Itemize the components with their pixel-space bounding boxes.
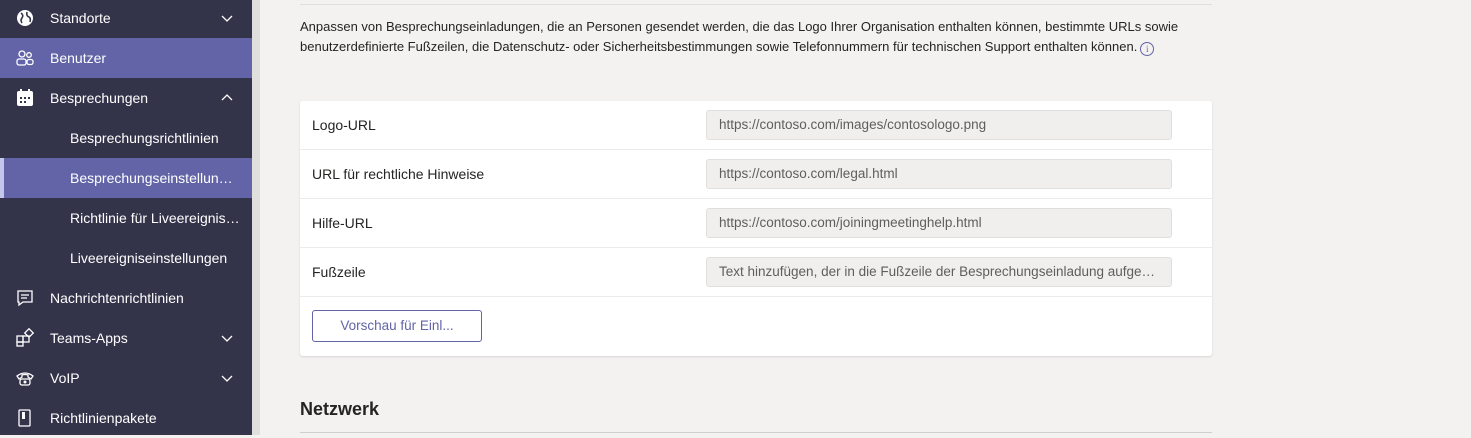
sidebar-item-liveereignisrichtlinie[interactable]: Richtlinie für Liveereignisse bbox=[0, 198, 252, 238]
sidebar-item-nachrichtenrichtlinien[interactable]: Nachrichtenrichtlinien bbox=[0, 278, 252, 318]
setting-row-footer: Fußzeile Text hinzufügen, der in die Fuß… bbox=[300, 248, 1212, 297]
section-divider bbox=[300, 432, 1212, 433]
calendar-icon bbox=[17, 89, 33, 106]
chevron-down-icon bbox=[221, 15, 233, 22]
sidebar-item-label: Standorte bbox=[50, 10, 111, 26]
sidebar-item-label: Nachrichtenrichtlinien bbox=[50, 290, 184, 306]
sidebar-nav: Standorte Benutzer Besprechungen Besprec… bbox=[0, 0, 252, 435]
phone-icon bbox=[16, 372, 34, 386]
info-icon[interactable]: i bbox=[1140, 42, 1155, 56]
package-icon bbox=[18, 409, 31, 427]
sidebar-item-liveereigniseinstellungen[interactable]: Liveereigniseinstellungen bbox=[0, 238, 252, 278]
setting-label: Hilfe-URL bbox=[312, 215, 373, 231]
section-description: Anpassen von Besprechungseinladungen, di… bbox=[300, 17, 1212, 57]
apps-icon bbox=[16, 328, 35, 347]
sidebar-item-besprechungseinstellungen[interactable]: Besprechungseinstellungen bbox=[0, 158, 252, 198]
meeting-invitation-card: Logo-URL https://contoso.com/images/cont… bbox=[300, 101, 1212, 356]
sidebar-divider bbox=[252, 0, 260, 435]
description-text: Anpassen von Besprechungseinladungen, di… bbox=[300, 19, 1179, 54]
sidebar-item-label: VoIP bbox=[50, 370, 80, 386]
chevron-down-icon bbox=[221, 335, 233, 342]
sidebar-item-label: Besprechungen bbox=[50, 90, 149, 106]
message-icon bbox=[17, 290, 33, 307]
setting-label: Logo-URL bbox=[312, 117, 376, 133]
sidebar-item-voip[interactable]: VoIP bbox=[0, 358, 252, 398]
sidebar-item-label: Richtlinie für Liveereignisse bbox=[70, 210, 240, 226]
setting-label: URL für rechtliche Hinweise bbox=[312, 166, 485, 182]
users-icon bbox=[16, 50, 34, 66]
setting-label: Fußzeile bbox=[312, 264, 366, 280]
sidebar-item-label: Richtlinienpakete bbox=[50, 410, 157, 426]
sidebar-item-label: Teams-Apps bbox=[50, 330, 128, 346]
sidebar-item-label: Benutzer bbox=[50, 50, 107, 66]
help-url-input[interactable]: https://contoso.com/joiningmeetinghelp.h… bbox=[706, 208, 1172, 238]
chevron-up-icon bbox=[221, 94, 233, 101]
sidebar-item-label: Besprechungseinstellungen bbox=[70, 170, 240, 186]
sidebar-item-benutzer[interactable]: Benutzer bbox=[0, 38, 252, 78]
sidebar-item-teams-apps[interactable]: Teams-Apps bbox=[0, 318, 252, 358]
section-divider bbox=[300, 4, 1212, 5]
section-title-netzwerk: Netzwerk bbox=[300, 399, 380, 419]
logo-url-input[interactable]: https://contoso.com/images/contosologo.p… bbox=[706, 110, 1172, 140]
footer-input[interactable]: Text hinzufügen, der in die Fußzeile der… bbox=[706, 257, 1172, 287]
setting-row-legal-url: URL für rechtliche Hinweise https://cont… bbox=[300, 150, 1212, 199]
sidebar-item-besprechungsrichtlinien[interactable]: Besprechungsrichtlinien bbox=[0, 118, 252, 158]
sidebar-item-label: Liveereigniseinstellungen bbox=[70, 250, 228, 266]
setting-row-logo-url: Logo-URL https://contoso.com/images/cont… bbox=[300, 101, 1212, 150]
sidebar-item-besprechungen[interactable]: Besprechungen bbox=[0, 78, 252, 118]
preview-invitation-button[interactable]: Vorschau für Einl... bbox=[312, 310, 482, 342]
chevron-down-icon bbox=[221, 375, 233, 382]
legal-url-input[interactable]: https://contoso.com/legal.html bbox=[706, 159, 1172, 189]
globe-icon bbox=[17, 10, 33, 26]
sidebar-item-label: Besprechungsrichtlinien bbox=[70, 130, 219, 146]
sidebar-item-richtlinienpakete[interactable]: Richtlinienpakete bbox=[0, 398, 252, 438]
setting-row-help-url: Hilfe-URL https://contoso.com/joiningmee… bbox=[300, 199, 1212, 248]
sidebar-item-standorte[interactable]: Standorte bbox=[0, 0, 252, 38]
